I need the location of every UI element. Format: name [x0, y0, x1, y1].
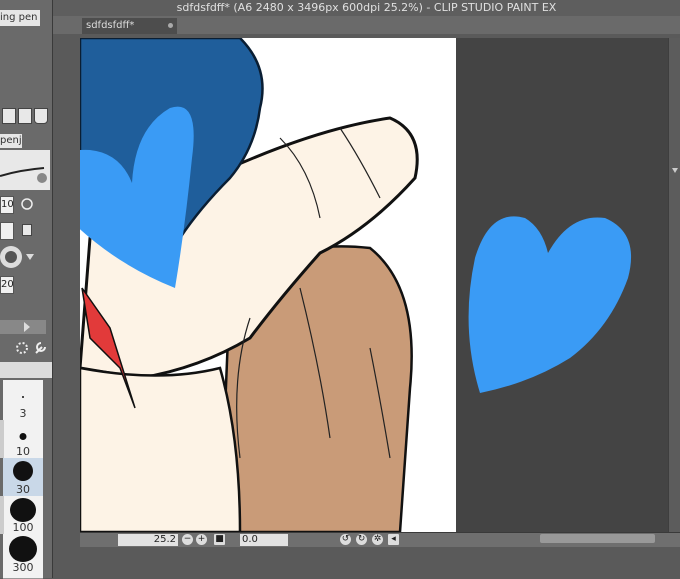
- workspace-gutter: [53, 34, 80, 578]
- heart-shape: [468, 216, 632, 393]
- stroke-preview-icon: [0, 167, 47, 183]
- brush-size-10[interactable]: 10: [3, 420, 43, 459]
- tool-property-panel: ing pen penj 10 20 3 10 30 100 300: [0, 0, 53, 579]
- toggle-icon[interactable]: [22, 224, 32, 236]
- document-tab[interactable]: sdfdsfdff*: [82, 18, 177, 34]
- zoom-out-icon[interactable]: −: [182, 534, 193, 545]
- brush-size-field[interactable]: 10: [0, 196, 14, 214]
- brush-size-300[interactable]: 300: [3, 534, 43, 579]
- window-title: sdfdsfdff* (A6 2480 x 3496px 600dpi 25.2…: [53, 0, 680, 16]
- play-icon[interactable]: [24, 322, 30, 332]
- workspace-bottom: [53, 547, 680, 578]
- reset-rotation-icon[interactable]: ✲: [372, 534, 383, 545]
- settings-gear-icon[interactable]: [14, 340, 30, 356]
- chevron-down-icon[interactable]: [672, 168, 678, 173]
- brush-size-column-edge: [0, 420, 4, 458]
- brush-size-panel-header: [0, 362, 52, 378]
- stabilization-field[interactable]: 20: [0, 276, 14, 294]
- wrench-icon[interactable]: [32, 340, 48, 356]
- sub-tool-name-tab[interactable]: penj: [0, 134, 22, 148]
- sub-tool-tab[interactable]: ing pen: [0, 10, 40, 26]
- new-layer-icon[interactable]: [2, 108, 16, 124]
- chevron-down-icon[interactable]: [26, 254, 34, 260]
- horizontal-scrollbar-thumb[interactable]: [540, 534, 655, 543]
- brush-stroke-preview: [0, 150, 50, 190]
- zoom-in-icon[interactable]: +: [196, 534, 207, 545]
- artwork-torso: [80, 366, 242, 532]
- fit-icon[interactable]: ■: [214, 534, 225, 545]
- panel-toolbar: [0, 320, 46, 334]
- copy-icon[interactable]: [18, 108, 32, 124]
- brush-shape-icon[interactable]: [0, 246, 22, 268]
- opacity-field[interactable]: [0, 222, 14, 240]
- canvas-viewport[interactable]: [80, 38, 668, 532]
- zoom-field[interactable]: 25.2: [118, 534, 178, 546]
- brush-size-30[interactable]: 30: [3, 458, 43, 497]
- rotate-left-icon[interactable]: ↺: [340, 534, 351, 545]
- rotation-field[interactable]: 0.0: [240, 534, 288, 546]
- close-tab-icon[interactable]: [168, 23, 173, 28]
- vertical-scrollbar[interactable]: [668, 38, 680, 532]
- flip-icon[interactable]: ◂: [388, 534, 399, 545]
- rotate-right-icon[interactable]: ↻: [356, 534, 367, 545]
- artwork: [80, 38, 632, 532]
- trash-icon[interactable]: [34, 108, 48, 124]
- brush-size-100[interactable]: 100: [3, 496, 43, 535]
- document-tab-label: sdfdsfdff*: [86, 20, 135, 31]
- brush-size-3[interactable]: 3: [3, 380, 43, 421]
- pressure-icon[interactable]: [20, 196, 34, 212]
- brush-size-column-edge: [0, 496, 4, 534]
